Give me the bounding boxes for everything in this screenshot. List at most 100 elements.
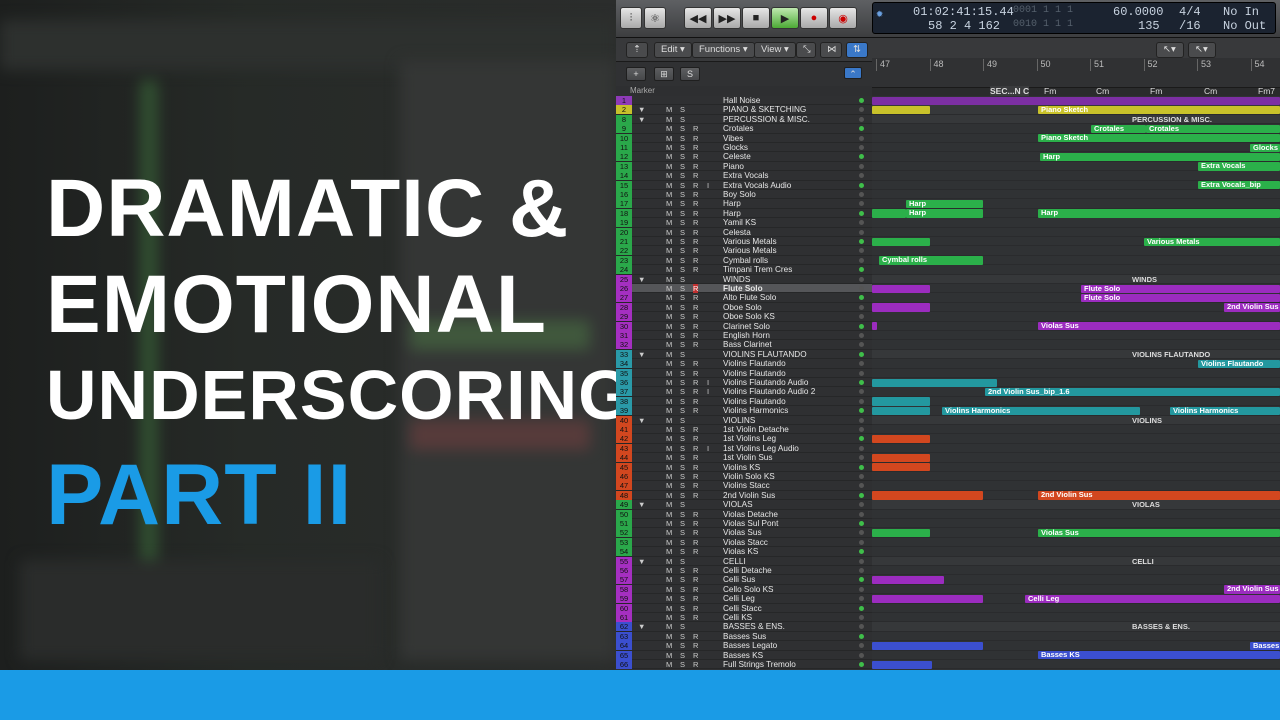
mute-button[interactable]: M xyxy=(666,152,672,161)
solo-button[interactable]: S xyxy=(680,472,685,481)
capture-record-button[interactable]: ◉ xyxy=(829,7,857,29)
track-lane[interactable] xyxy=(872,340,1280,350)
track-row[interactable]: 46 M S R Violin Solo KS xyxy=(616,472,872,482)
track-lane[interactable] xyxy=(872,604,1280,613)
mute-button[interactable]: M xyxy=(666,246,672,255)
track-row[interactable]: 45 M S R Violins KS xyxy=(616,462,872,472)
track-row[interactable]: 23 M S R Cymbal rolls xyxy=(616,255,872,266)
solo-button[interactable]: S xyxy=(680,651,685,660)
solo-button[interactable]: S xyxy=(680,162,685,171)
record-enable-button[interactable]: R xyxy=(693,199,698,208)
track-row[interactable]: 32 M S R Bass Clarinet xyxy=(616,340,872,350)
track-row[interactable]: 20 M S R Celesta xyxy=(616,227,872,237)
folder-disclosure-icon[interactable]: ▼ xyxy=(638,557,645,566)
solo-button[interactable]: S xyxy=(680,641,685,650)
mute-button[interactable]: M xyxy=(666,124,672,133)
stop-button[interactable]: ■ xyxy=(742,7,770,29)
solo-global-button[interactable]: S xyxy=(680,67,700,81)
folder-disclosure-icon[interactable]: ▼ xyxy=(638,105,645,114)
mute-button[interactable]: M xyxy=(666,472,672,481)
record-enable-button[interactable]: R xyxy=(693,331,698,340)
track-lane[interactable] xyxy=(872,444,1280,454)
track-row[interactable]: 8 ▼ M S PERCUSSION & MISC. xyxy=(616,114,872,125)
solo-button[interactable]: S xyxy=(680,378,685,387)
midi-region[interactable] xyxy=(872,528,930,538)
mute-button[interactable]: M xyxy=(666,557,672,566)
solo-button[interactable]: S xyxy=(680,124,685,133)
record-enable-button[interactable]: R xyxy=(693,312,698,321)
play-button[interactable]: ▶ xyxy=(771,7,799,29)
solo-button[interactable]: S xyxy=(680,575,685,584)
folder-disclosure-icon[interactable]: ▼ xyxy=(638,275,645,284)
track-row[interactable]: 48 M S R 2nd Violin Sus xyxy=(616,490,872,501)
mute-button[interactable]: M xyxy=(666,660,672,669)
record-enable-button[interactable]: R xyxy=(693,246,698,255)
record-enable-button[interactable]: R xyxy=(693,237,698,246)
mute-button[interactable]: M xyxy=(666,190,672,199)
mute-button[interactable]: M xyxy=(666,425,672,434)
solo-button[interactable]: S xyxy=(680,322,685,331)
solo-button[interactable]: S xyxy=(680,275,685,284)
track-row[interactable]: 10 M S R Vibes xyxy=(616,133,872,143)
mute-button[interactable]: M xyxy=(666,265,672,274)
record-enable-button[interactable]: R xyxy=(693,387,698,396)
track-lane[interactable] xyxy=(872,481,1280,491)
track-row[interactable]: 1 Hall Noise xyxy=(616,96,872,106)
track-lane[interactable] xyxy=(872,416,1280,425)
record-enable-button[interactable]: R xyxy=(693,152,698,161)
midi-region[interactable]: Glocks xyxy=(1250,143,1280,152)
track-row[interactable]: 41 M S R 1st Violin Detache xyxy=(616,425,872,435)
track-row[interactable]: 62 ▼ M S BASSES & ENS. xyxy=(616,622,872,632)
midi-region[interactable]: Violas Sus xyxy=(1038,528,1280,538)
solo-button[interactable]: S xyxy=(680,152,685,161)
track-row[interactable]: 63 M S R Basses Sus xyxy=(616,631,872,642)
track-row[interactable]: 28 M S R Oboe Solo xyxy=(616,302,872,313)
pointer-tool-icon[interactable]: ↖▾ xyxy=(1156,42,1184,58)
midi-region[interactable]: Violins Flautando xyxy=(1198,359,1280,369)
solo-button[interactable]: S xyxy=(680,519,685,528)
track-row[interactable]: 35 M S R Violins Flautando xyxy=(616,368,872,378)
midi-region[interactable] xyxy=(872,378,997,387)
mute-button[interactable]: M xyxy=(666,378,672,387)
track-row[interactable]: 56 M S R Celli Detache xyxy=(616,566,872,576)
solo-button[interactable]: S xyxy=(680,453,685,462)
input-monitor-button[interactable]: I xyxy=(707,387,709,396)
record-enable-button[interactable]: R xyxy=(693,218,698,227)
solo-button[interactable]: S xyxy=(680,359,685,368)
edit-menu[interactable]: Edit ▾ xyxy=(654,42,692,58)
track-row[interactable]: 15 M S R I Extra Vocals Audio xyxy=(616,180,872,190)
record-enable-button[interactable]: R xyxy=(693,519,698,528)
record-enable-button[interactable]: R xyxy=(693,594,698,603)
mute-button[interactable]: M xyxy=(666,293,672,302)
track-lane[interactable] xyxy=(872,246,1280,256)
track-row[interactable]: 51 M S R Violas Sul Pont xyxy=(616,519,872,529)
solo-button[interactable]: S xyxy=(680,190,685,199)
mute-button[interactable]: M xyxy=(666,510,672,519)
track-row[interactable]: 53 M S R Violas Stacc xyxy=(616,537,872,548)
midi-region[interactable] xyxy=(872,322,877,331)
track-lane[interactable] xyxy=(872,303,1280,313)
track-lane[interactable] xyxy=(872,434,1280,444)
solo-button[interactable]: S xyxy=(680,331,685,340)
chord-marker[interactable]: Fm xyxy=(1150,86,1162,96)
solo-button[interactable]: S xyxy=(680,293,685,302)
solo-button[interactable]: S xyxy=(680,209,685,218)
track-row[interactable]: 37 M S R I Violins Flautando Audio 2 xyxy=(616,387,872,397)
midi-region[interactable] xyxy=(872,463,930,472)
solo-button[interactable]: S xyxy=(680,218,685,227)
midi-region[interactable]: Celli Leg xyxy=(1025,594,1280,604)
mute-button[interactable]: M xyxy=(666,369,672,378)
midi-region[interactable]: Crotales xyxy=(1091,124,1146,134)
track-lane[interactable] xyxy=(872,472,1280,482)
track-row[interactable]: 39 M S R Violins Harmonics xyxy=(616,406,872,416)
record-enable-button[interactable]: R xyxy=(693,481,698,490)
midi-region[interactable]: Flute Solo xyxy=(1081,293,1280,303)
track-row[interactable]: 66 M S R Full Strings Tremolo xyxy=(616,660,872,670)
folder-disclosure-icon[interactable]: ▼ xyxy=(638,115,645,124)
record-enable-button[interactable]: R xyxy=(693,538,698,547)
midi-region[interactable]: Violins Harmonics xyxy=(942,406,1140,416)
solo-button[interactable]: S xyxy=(680,538,685,547)
solo-button[interactable]: S xyxy=(680,350,685,359)
midi-region[interactable] xyxy=(872,491,983,500)
mute-button[interactable]: M xyxy=(666,416,672,425)
